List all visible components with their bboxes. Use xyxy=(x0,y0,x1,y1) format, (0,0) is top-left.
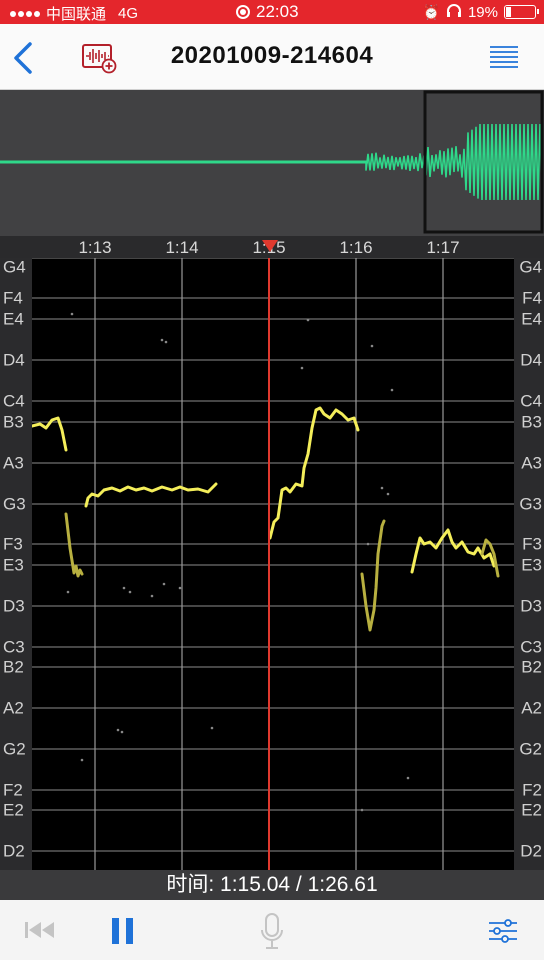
note-label-l: F4 xyxy=(3,290,23,307)
note-label-r: E3 xyxy=(521,557,542,574)
note-label-l: G4 xyxy=(3,259,26,276)
note-label-r: E4 xyxy=(521,311,542,328)
pitch-graph[interactable]: G4 G4 F4 F4 E4 E4 D4 D4 C4 C4 B3 B3 A3 A3 G3 G3 F3 F3 E3 E3… xyxy=(0,258,544,870)
note-label-l: G3 xyxy=(3,496,26,513)
settings-button[interactable] xyxy=(488,918,518,949)
pitch-trace xyxy=(32,418,66,450)
note-label-r: D4 xyxy=(520,352,542,369)
skip-back-icon xyxy=(24,920,56,940)
rewind-button[interactable] xyxy=(24,920,56,945)
pitch-trace xyxy=(66,514,82,576)
note-label-r: C4 xyxy=(520,393,542,410)
ruler-tick: 1:17 xyxy=(426,238,459,258)
note-label-r: E2 xyxy=(521,802,542,819)
pitch-trace xyxy=(362,521,384,630)
note-label-l: C3 xyxy=(3,639,25,656)
list-icon xyxy=(488,44,520,72)
ruler-tick: 1:13 xyxy=(78,238,111,258)
pitch-plot-area[interactable] xyxy=(32,258,514,870)
note-label-r: B2 xyxy=(521,659,542,676)
status-time: 22:03 xyxy=(256,2,299,22)
note-label-l: F3 xyxy=(3,536,23,553)
pause-button[interactable] xyxy=(110,916,136,951)
note-label-l: G2 xyxy=(3,741,26,758)
note-label-r: G4 xyxy=(519,259,542,276)
menu-button[interactable] xyxy=(488,44,520,72)
pitch-trace xyxy=(270,408,358,538)
note-label-l: D2 xyxy=(3,843,25,860)
note-label-l: E3 xyxy=(3,557,24,574)
status-bar: 中国联通 4G 22:03 ⏰ 19% xyxy=(0,0,544,24)
battery-icon xyxy=(504,5,536,19)
note-label-l: A3 xyxy=(3,455,24,472)
note-label-l: C4 xyxy=(3,393,25,410)
pitch-trace xyxy=(86,484,216,506)
waveform xyxy=(0,90,544,236)
note-label-r: D2 xyxy=(520,843,542,860)
note-label-r: A3 xyxy=(521,455,542,472)
pitch-plot xyxy=(32,258,514,870)
alarm-icon: ⏰ xyxy=(423,4,440,21)
page-title: 20201009-214604 xyxy=(0,42,544,70)
note-label-r: G2 xyxy=(519,741,542,758)
waveform-overview[interactable] xyxy=(0,90,544,236)
microphone-button[interactable] xyxy=(260,912,284,955)
note-label-l: F2 xyxy=(3,782,23,799)
battery-percent: 19% xyxy=(468,4,498,21)
note-label-l: D3 xyxy=(3,598,25,615)
bottom-toolbar xyxy=(0,900,544,960)
network-label: 4G xyxy=(118,5,138,22)
ruler-tick: 1:16 xyxy=(339,238,372,258)
time-ruler[interactable]: 1:13 1:14 1:15 1:16 1:17 xyxy=(0,236,544,258)
recording-icon xyxy=(236,5,250,19)
note-label-r: A2 xyxy=(521,700,542,717)
time-readout: 时间: 1:15.04 / 1:26.61 xyxy=(0,870,544,900)
note-label-l: B3 xyxy=(3,414,24,431)
signal-icon xyxy=(10,11,40,17)
note-label-l: E2 xyxy=(3,802,24,819)
note-label-l: D4 xyxy=(3,352,25,369)
note-label-r: B3 xyxy=(521,414,542,431)
carrier-label: 中国联通 xyxy=(46,3,106,24)
note-label-r: F3 xyxy=(522,536,542,553)
note-label-r: F2 xyxy=(522,782,542,799)
sliders-icon xyxy=(488,918,518,944)
ruler-tick: 1:14 xyxy=(165,238,198,258)
note-label-r: D3 xyxy=(520,598,542,615)
note-label-l: E4 xyxy=(3,311,24,328)
pause-icon xyxy=(110,916,136,946)
note-label-r: C3 xyxy=(520,639,542,656)
microphone-icon xyxy=(260,912,284,950)
note-label-r: F4 xyxy=(522,290,542,307)
note-label-l: B2 xyxy=(3,659,24,676)
nav-bar: 20201009-214604 xyxy=(0,24,544,90)
headphones-icon xyxy=(446,3,462,21)
note-label-l: A2 xyxy=(3,700,24,717)
note-label-r: G3 xyxy=(519,496,542,513)
playhead-marker-icon[interactable] xyxy=(262,240,278,252)
